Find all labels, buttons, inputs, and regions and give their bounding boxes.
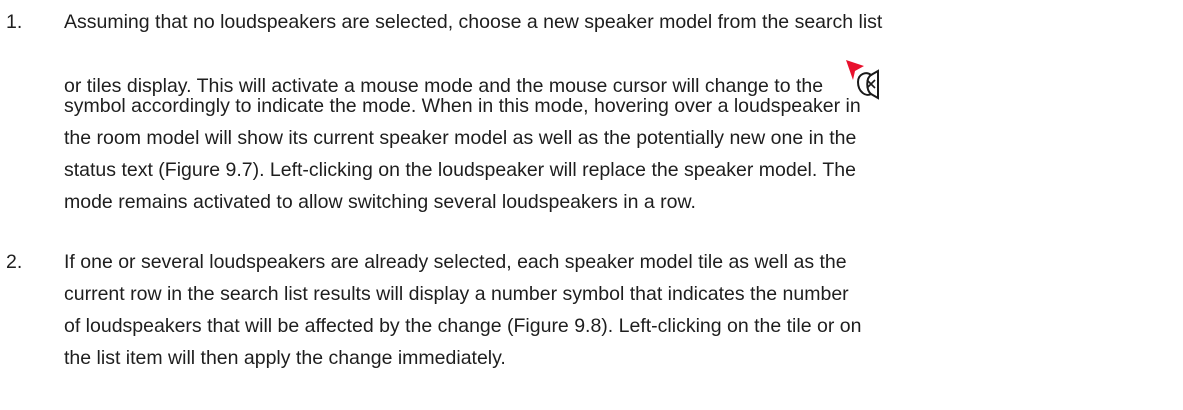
list-item-text: If one or several loudspeakers are alrea… [64,246,1169,374]
text-line-with-icon: or tiles display. This will activate a m… [64,58,1169,100]
text-line: the room model will show its current spe… [64,127,857,149]
document-page: 1. Assuming that no loudspeakers are sel… [0,0,1183,410]
text-line: symbol accordingly to indicate the mode.… [64,95,861,117]
text-line: current row in the search list results w… [64,283,849,305]
text-line: If one or several loudspeakers are alrea… [64,251,847,273]
text-line: mode remains activated to allow switchin… [64,191,696,213]
list-number: 1. [6,11,23,33]
text-line: the list item will then apply the change… [64,347,506,369]
text-line: Assuming that no loudspeakers are select… [64,11,883,33]
list-number: 2. [6,251,23,273]
list-item-text: Assuming that no loudspeakers are select… [64,6,1169,218]
text-line: of loudspeakers that will be affected by… [64,315,862,337]
text-line: status text (Figure 9.7). Left-clicking … [64,159,856,181]
